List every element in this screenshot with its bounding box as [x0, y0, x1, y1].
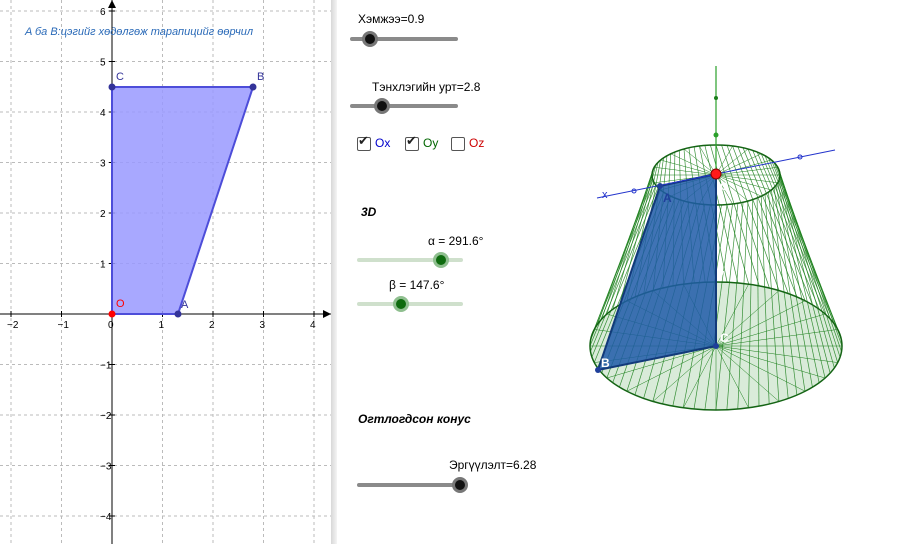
alpha-slider-label: α = 291.6°	[428, 234, 484, 248]
point-origin-label: O	[116, 298, 125, 310]
y-tick-label: −3	[100, 462, 112, 473]
y-tick-label: 6	[100, 7, 106, 18]
y-axis-arrow-icon	[108, 0, 116, 8]
y-tick-label: 2	[100, 209, 106, 220]
algebra-and-3d-panel: x y A B C O Хэмжээ=0.9 Тэнхлэгийн урт=2.…	[337, 0, 899, 544]
x-tick-label: 4	[310, 320, 316, 331]
y-tick-label: −4	[100, 512, 112, 523]
y-tick-label: −2	[100, 411, 112, 422]
rotation-slider[interactable]	[357, 475, 468, 495]
y-axis-label: y	[717, 266, 725, 281]
x-tick-label: 1	[159, 320, 165, 331]
x-tick-label: −2	[7, 320, 19, 331]
point-c-label: C	[116, 71, 124, 83]
instruction-caption: A ба B:цэгийг хөдөлгөж тарапицийг өөрчил	[24, 26, 253, 38]
y-tick-label: 5	[100, 58, 106, 69]
trapezoid-polygon[interactable]	[111, 86, 255, 315]
x-tick-label: −1	[58, 320, 70, 331]
x-axis-label: x	[602, 189, 608, 201]
cone-top-spoke	[654, 166, 717, 176]
z-axis-tick	[714, 96, 718, 100]
y-tick-label: 1	[100, 260, 106, 271]
z-axis-tick	[713, 132, 719, 138]
scale-slider-label: Хэмжээ=0.9	[358, 12, 425, 26]
x-axis-arrow-icon	[323, 310, 331, 318]
x-tick-label: 2	[209, 320, 215, 331]
point-a-3d-label: A	[663, 191, 672, 205]
point-origin-3d-label: O	[720, 181, 729, 193]
point-b[interactable]	[249, 83, 257, 91]
beta-slider-knob[interactable]	[393, 296, 409, 312]
point-b-3d-label: B	[601, 356, 610, 370]
generator-slider-knob[interactable]	[374, 98, 390, 114]
point-origin[interactable]	[108, 310, 116, 318]
alpha-slider-knob[interactable]	[433, 252, 449, 268]
alpha-slider[interactable]	[357, 250, 463, 270]
point-c[interactable]	[108, 83, 116, 91]
point-a[interactable]	[174, 310, 182, 318]
graphics-2d-view[interactable]: −2 −1 0 1 2 3 4 6 5 4 3 2 1 −1 −2 −3 −4 A B C O A ба B:…	[0, 0, 331, 544]
x-tick-label: 3	[260, 320, 266, 331]
y-tick-label: 3	[100, 159, 106, 170]
generator-slider-label: Тэнхлэгийн урт=2.8	[372, 80, 481, 94]
point-a-3d[interactable]	[657, 183, 663, 189]
y-tick-label: 4	[100, 108, 106, 119]
y-tick-label: −1	[100, 361, 112, 372]
beta-slider-label: β = 147.6°	[389, 278, 445, 292]
checkmark-icon: ✔	[358, 133, 369, 148]
beta-slider[interactable]	[357, 294, 463, 314]
scale-slider-knob[interactable]	[362, 31, 378, 47]
checkmark-icon: ✔	[406, 133, 417, 148]
trapezoid-3d	[596, 172, 717, 372]
section-3d-heading: 3D	[361, 205, 377, 219]
truncated-cone-heading: Огтлогдсон конус	[358, 412, 471, 426]
rotation-slider-knob[interactable]	[452, 477, 468, 493]
point-c-3d[interactable]	[713, 343, 719, 349]
point-origin-3d[interactable]	[710, 168, 722, 180]
generator-slider[interactable]	[350, 96, 458, 116]
scale-slider[interactable]	[350, 29, 458, 49]
point-a-label: A	[181, 299, 189, 311]
rotation-slider-label: Эргүүлэлт=6.28	[449, 458, 537, 472]
point-b-label: B	[257, 71, 264, 83]
x-tick-label: 0	[108, 320, 114, 331]
point-c-3d-label: C	[720, 331, 729, 345]
